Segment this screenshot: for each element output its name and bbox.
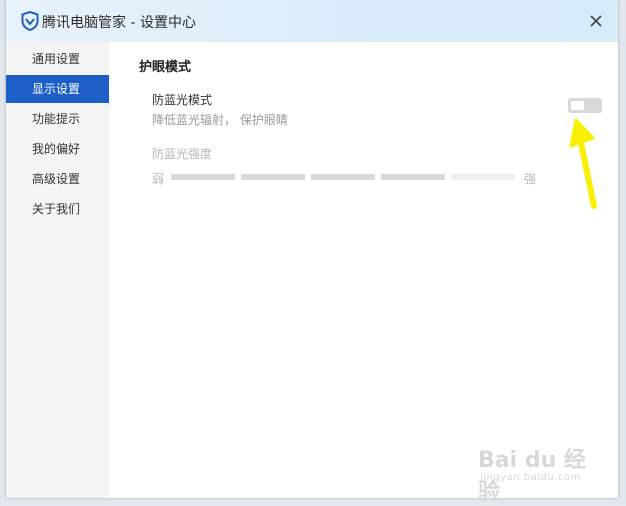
- intensity-slider[interactable]: [171, 174, 517, 180]
- background-window-edge-right: [618, 0, 626, 506]
- close-icon[interactable]: [584, 9, 608, 33]
- sidebar-item-about[interactable]: 关于我们: [6, 195, 109, 223]
- yellow-arrow-icon: [569, 118, 597, 209]
- intensity-max-label: 强: [524, 172, 537, 186]
- title-bar[interactable]: 腾讯电脑管家 - 设置中心: [6, 0, 618, 42]
- slider-segment: [311, 174, 375, 180]
- baidu-watermark: Bai du 经验 jingyan.baidu.com: [478, 436, 598, 505]
- tencent-shield-icon: [21, 11, 39, 31]
- sidebar-item-preferences[interactable]: 我的偏好: [6, 135, 109, 163]
- intensity-label: 防蓝光强度: [152, 147, 213, 161]
- slider-segment: [381, 174, 445, 180]
- window-title: 腾讯电脑管家 - 设置中心: [42, 15, 196, 31]
- sidebar-item-display[interactable]: 显示设置: [6, 75, 109, 103]
- settings-sidebar: 通用设置 显示设置 功能提示 我的偏好 高级设置 关于我们: [6, 42, 109, 498]
- settings-content: 护眼模式 防蓝光模式 降低蓝光辐射， 保护眼睛 防蓝光强度 弱 强: [109, 42, 618, 498]
- watermark-sub: jingyan.baidu.com: [480, 472, 581, 483]
- intensity-min-label: 弱: [152, 172, 165, 186]
- slider-segment: [241, 174, 305, 180]
- blue-light-mode-description: 降低蓝光辐射， 保护眼睛: [152, 113, 288, 127]
- sidebar-item-advanced[interactable]: 高级设置: [6, 165, 109, 193]
- slider-segment: [171, 174, 235, 180]
- sidebar-item-feature-tips[interactable]: 功能提示: [6, 105, 109, 133]
- section-title: 护眼模式: [139, 60, 192, 75]
- slider-segment: [451, 174, 515, 180]
- sidebar-item-general[interactable]: 通用设置: [6, 45, 109, 73]
- settings-dialog: 腾讯电脑管家 - 设置中心 通用设置 显示设置 功能提示 我的偏好 高级设置 关…: [6, 0, 618, 498]
- blue-light-mode-label: 防蓝光模式: [152, 93, 213, 107]
- blue-light-toggle[interactable]: [568, 98, 602, 113]
- toggle-knob: [571, 101, 584, 110]
